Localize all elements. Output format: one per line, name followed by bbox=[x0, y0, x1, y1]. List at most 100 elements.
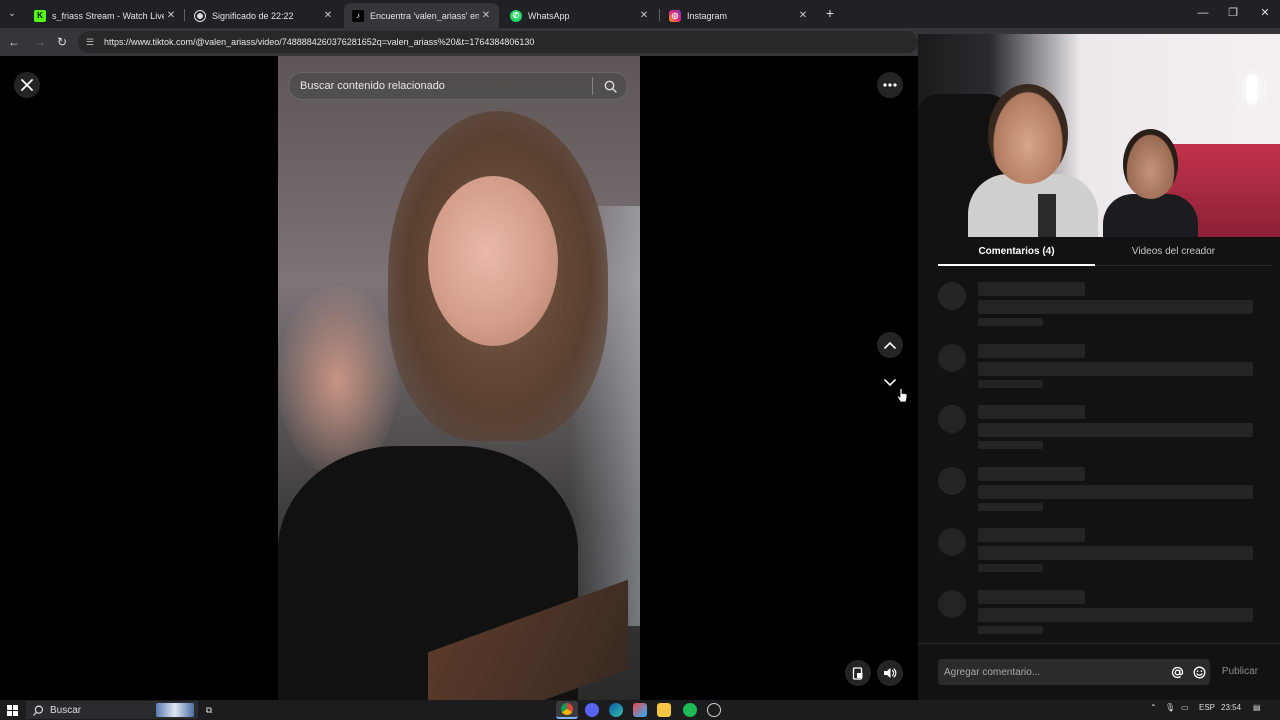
skeleton-avatar bbox=[938, 282, 966, 310]
browser-tab-chatgpt[interactable]: ✺ Significado de 22:22 ✕ bbox=[186, 3, 341, 28]
search-button[interactable] bbox=[593, 80, 627, 93]
new-tab-icon[interactable]: + bbox=[822, 5, 838, 21]
comments-tabs: Comentarios (4) Videos del creador bbox=[938, 237, 1272, 266]
comment-skeleton-row bbox=[918, 282, 1280, 332]
language-indicator[interactable]: ESP bbox=[1199, 703, 1215, 712]
site-info-icon[interactable]: ☰ bbox=[86, 37, 98, 48]
skeleton-line bbox=[978, 282, 1085, 296]
discord-icon[interactable] bbox=[585, 703, 599, 717]
comment-skeleton-row bbox=[918, 528, 1280, 578]
emoji-button[interactable] bbox=[1188, 666, 1210, 679]
tab-title: s_friass Stream - Watch Live on bbox=[52, 10, 164, 21]
windows-taskbar: Buscar ⧉ ⌃ 🎙 ▭ ESP 23:54 ▤ bbox=[0, 700, 1280, 720]
file-explorer-icon[interactable] bbox=[657, 703, 671, 717]
windows-start-icon[interactable] bbox=[5, 702, 19, 718]
paint-icon[interactable] bbox=[633, 703, 647, 717]
chevron-up-icon[interactable]: ⌃ bbox=[1150, 703, 1157, 712]
comment-skeleton-row bbox=[918, 405, 1280, 455]
speaker-icon bbox=[884, 668, 897, 678]
emoji-icon bbox=[1193, 666, 1205, 678]
tab-title: Instagram bbox=[687, 10, 728, 21]
close-video-button[interactable] bbox=[14, 72, 40, 98]
more-options-button[interactable] bbox=[877, 72, 903, 98]
floating-player-button[interactable] bbox=[845, 660, 871, 686]
search-highlight-image bbox=[156, 703, 194, 717]
comment-skeleton-row bbox=[918, 589, 1280, 640]
tab-title: Encuentra 'valen_ariass' en Tik bbox=[370, 10, 479, 21]
more-dots-icon bbox=[883, 83, 897, 87]
taskbar-search[interactable]: Buscar bbox=[26, 701, 198, 719]
microphone bbox=[1038, 194, 1056, 237]
webcam-scene bbox=[1103, 194, 1198, 237]
close-icon[interactable]: ✕ bbox=[637, 10, 651, 21]
close-icon[interactable]: ✕ bbox=[321, 10, 335, 21]
comment-skeleton-row bbox=[918, 343, 1280, 394]
browser-tab-instagram[interactable]: ◎ Instagram ✕ bbox=[661, 3, 816, 28]
previous-video-button[interactable] bbox=[877, 332, 903, 358]
chatgpt-icon[interactable] bbox=[707, 703, 721, 717]
related-search-bar[interactable]: Buscar contenido relacionado bbox=[288, 72, 628, 100]
restore-icon[interactable]: ❐ bbox=[1218, 4, 1248, 22]
mention-button[interactable] bbox=[1166, 666, 1188, 679]
comments-panel: Comentarios (4) Videos del creador Agreg… bbox=[918, 237, 1280, 700]
chrome-icon bbox=[561, 703, 573, 715]
tab-comments[interactable]: Comentarios (4) bbox=[938, 237, 1095, 266]
video-frame bbox=[428, 176, 558, 346]
browser-tab-kick[interactable]: K s_friass Stream - Watch Live on ✕ bbox=[26, 3, 184, 28]
publish-button[interactable]: Publicar bbox=[1220, 659, 1260, 685]
browser-tab-whatsapp[interactable]: ✆ WhatsApp ✕ bbox=[502, 3, 657, 28]
comment-input[interactable]: Agregar comentario... bbox=[938, 659, 1210, 685]
skeleton-avatar bbox=[938, 343, 966, 372]
close-icon[interactable]: ✕ bbox=[164, 10, 178, 21]
kick-icon: K bbox=[34, 9, 46, 22]
skeleton-line bbox=[978, 625, 1043, 634]
skeleton-line bbox=[978, 589, 1085, 604]
tab-search-dropdown-icon[interactable]: ⌄ bbox=[4, 6, 20, 22]
chrome-taskbar-button[interactable] bbox=[556, 701, 578, 719]
volume-button[interactable] bbox=[877, 660, 903, 686]
skeleton-line bbox=[978, 564, 1043, 572]
reload-icon[interactable]: ↻ bbox=[54, 34, 70, 50]
skeleton-avatar bbox=[938, 528, 966, 556]
instagram-icon: ◎ bbox=[669, 9, 681, 22]
skeleton-line bbox=[978, 484, 1253, 499]
skeleton-line bbox=[978, 502, 1043, 511]
url-text: https://www.tiktok.com/@valen_ariass/vid… bbox=[104, 37, 535, 47]
clock[interactable]: 23:54 bbox=[1221, 703, 1241, 712]
spotify-icon[interactable] bbox=[683, 703, 697, 717]
video-viewer: Buscar contenido relacionado bbox=[0, 56, 918, 700]
related-search-input[interactable]: Buscar contenido relacionado bbox=[289, 80, 592, 92]
close-icon[interactable]: ✕ bbox=[796, 10, 810, 21]
skeleton-line bbox=[978, 361, 1253, 376]
skeleton-line bbox=[978, 423, 1253, 437]
skeleton-line bbox=[978, 546, 1253, 560]
tiktok-icon: ♪ bbox=[352, 9, 364, 22]
edge-icon[interactable] bbox=[609, 703, 623, 717]
tab-creator-videos[interactable]: Videos del creador bbox=[1095, 237, 1252, 266]
skeleton-line bbox=[978, 466, 1085, 481]
video-player[interactable] bbox=[278, 56, 640, 700]
chevron-up-icon bbox=[884, 341, 896, 349]
comment-skeleton-row bbox=[918, 466, 1280, 517]
minimize-icon[interactable]: — bbox=[1188, 4, 1218, 22]
network-icon[interactable]: ▭ bbox=[1181, 703, 1189, 712]
forward-arrow-icon[interactable]: → bbox=[32, 34, 48, 50]
tab-divider bbox=[659, 9, 660, 21]
close-icon[interactable]: ✕ bbox=[479, 10, 493, 21]
microphone-icon[interactable]: 🎙 bbox=[1165, 703, 1175, 712]
skeleton-line bbox=[978, 379, 1043, 388]
notifications-icon[interactable]: ▤ bbox=[1253, 703, 1261, 712]
task-view-icon[interactable]: ⧉ bbox=[202, 702, 216, 718]
address-bar[interactable]: ☰ https://www.tiktok.com/@valen_ariass/v… bbox=[78, 31, 918, 53]
skeleton-line bbox=[978, 528, 1085, 542]
skeleton-avatar bbox=[938, 589, 966, 618]
chatgpt-icon: ✺ bbox=[194, 9, 206, 22]
skeleton-line bbox=[978, 441, 1043, 449]
window-close-icon[interactable]: ✕ bbox=[1250, 4, 1280, 22]
whatsapp-icon: ✆ bbox=[510, 9, 522, 22]
skeleton-avatar bbox=[938, 466, 966, 495]
comment-placeholder: Agregar comentario... bbox=[944, 666, 1041, 678]
browser-tab-tiktok[interactable]: ♪ Encuentra 'valen_ariass' en Tik ✕ bbox=[344, 3, 499, 28]
back-arrow-icon[interactable]: ← bbox=[6, 34, 22, 50]
skeleton-line bbox=[978, 318, 1043, 326]
